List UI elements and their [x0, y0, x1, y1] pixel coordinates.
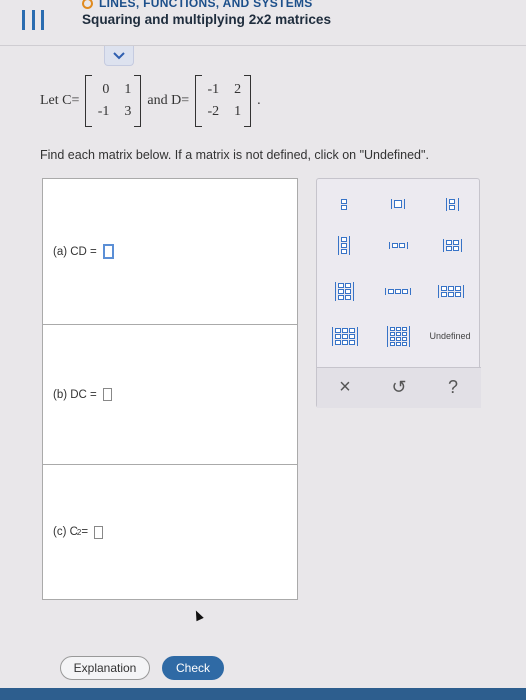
close-icon: × — [339, 375, 351, 398]
answer-row-b: (b) DC = — [43, 325, 297, 465]
answer-box: (a) CD = (b) DC = (c) C 2 = — [42, 178, 298, 600]
problem-content: Let C= 0 1 -1 3 and D= -1 2 -2 1 . Find … — [18, 70, 508, 690]
chevron-down-icon — [113, 51, 125, 59]
matrix-3x1-button[interactable] — [331, 231, 357, 259]
menu-icon[interactable] — [22, 10, 44, 32]
matrix-3x3-button[interactable] — [327, 319, 363, 353]
check-button[interactable]: Check — [162, 656, 224, 680]
answer-c-equals: = — [81, 526, 89, 538]
section-text: LINES, FUNCTIONS, AND SYSTEMS — [99, 0, 313, 10]
matrix-2x1-icon — [339, 198, 349, 211]
mouse-cursor-icon — [192, 608, 204, 622]
page-title: Squaring and multiplying 2x2 matrices — [82, 11, 332, 27]
period: . — [257, 93, 261, 108]
matrix-c: 0 1 -1 3 — [85, 75, 142, 127]
matrix-d-entry: -2 — [207, 104, 220, 119]
bottom-bar — [0, 688, 526, 700]
matrix-1x2-icon — [388, 241, 408, 249]
undefined-label: Undefined — [429, 331, 471, 341]
matrix-1x1-icon — [391, 199, 405, 209]
matrix-2x1-button[interactable] — [331, 191, 357, 217]
matrix-c-entry: 0 — [102, 82, 110, 97]
answer-c-label: (c) C — [53, 526, 78, 538]
matrix-d: -1 2 -2 1 — [195, 75, 252, 127]
matrix-3x3-icon — [332, 326, 358, 346]
matrix-d-entry: -1 — [207, 82, 220, 97]
problem-statement: Let C= 0 1 -1 3 and D= -1 2 -2 1 . — [40, 70, 261, 132]
answer-b-input[interactable] — [102, 388, 112, 401]
answer-b-label: (b) DC = — [53, 388, 97, 401]
matrix-d-entry: 2 — [234, 82, 242, 97]
undo-icon: ↺ — [391, 376, 407, 397]
let-c-label: Let C= — [40, 93, 80, 108]
matrix-2x2-button[interactable] — [435, 231, 469, 259]
help-button[interactable]: ? — [439, 369, 467, 405]
help-icon: ? — [447, 376, 458, 397]
matrix-2x1-bracket-button[interactable] — [439, 191, 465, 217]
answer-a-input[interactable] — [102, 244, 114, 259]
matrix-2x2-icon — [442, 238, 462, 252]
answer-a-label: (a) CD = — [53, 245, 97, 258]
matrix-1x1-button[interactable] — [385, 191, 411, 217]
matrix-1x2-button[interactable] — [379, 231, 417, 259]
matrix-3x2-icon — [334, 281, 354, 301]
undefined-button[interactable]: Undefined — [421, 327, 479, 345]
matrix-1x3-icon — [385, 287, 411, 295]
matrix-1x3-button[interactable] — [377, 275, 419, 307]
instructions-text: Find each matrix below. If a matrix is n… — [40, 148, 429, 162]
matrix-2x3-button[interactable] — [431, 275, 471, 307]
matrix-2x3-icon — [438, 284, 464, 298]
explanation-button[interactable]: Explanation — [60, 656, 150, 680]
collapse-button[interactable] — [104, 46, 134, 66]
top-header: LINES, FUNCTIONS, AND SYSTEMS Squaring a… — [0, 0, 526, 46]
matrix-4x3-button[interactable] — [381, 317, 415, 355]
matrix-4x3-icon — [386, 325, 410, 347]
matrix-3x1-icon — [338, 235, 350, 255]
undo-button[interactable]: ↺ — [385, 369, 413, 405]
matrix-3x2-button[interactable] — [329, 275, 359, 307]
and-d-label: and D= — [147, 93, 190, 108]
matrix-d-entry: 1 — [234, 104, 242, 119]
section-label: LINES, FUNCTIONS, AND SYSTEMS — [82, 0, 313, 10]
matrix-2x1-bracket-icon — [445, 197, 459, 211]
section-dot-icon — [82, 0, 93, 9]
clear-button[interactable]: × — [331, 369, 359, 405]
answer-row-c: (c) C 2 = — [43, 465, 297, 599]
matrix-c-entry: 1 — [124, 82, 132, 97]
matrix-c-entry: 3 — [124, 104, 132, 119]
answer-row-a: (a) CD = — [43, 179, 297, 325]
matrix-palette: Undefined × ↺ ? — [316, 178, 481, 408]
answer-c-input[interactable] — [94, 525, 104, 539]
matrix-c-entry: -1 — [97, 104, 110, 119]
